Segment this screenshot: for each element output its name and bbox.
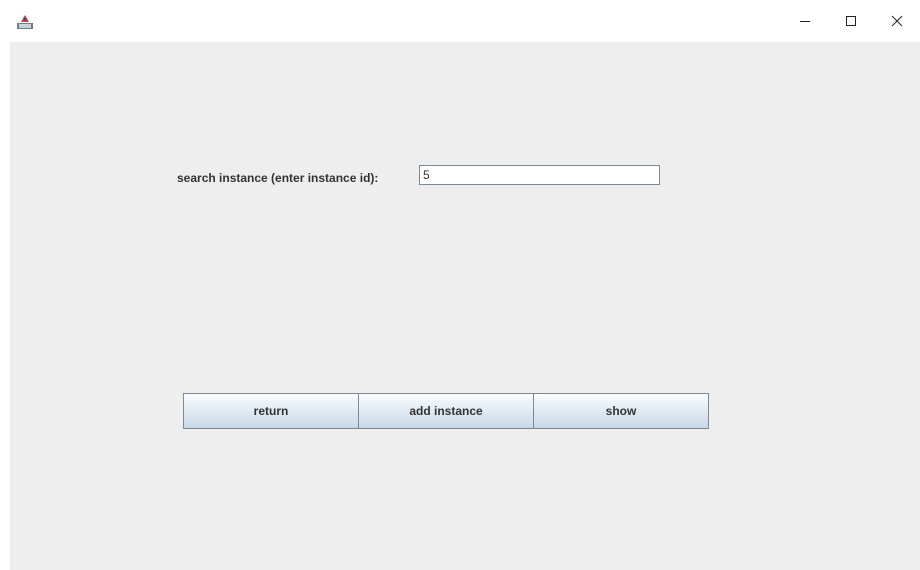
maximize-icon — [845, 15, 857, 27]
content-panel: search instance (enter instance id): ret… — [10, 42, 920, 570]
close-icon — [891, 15, 903, 27]
close-button[interactable] — [874, 0, 920, 42]
show-button[interactable]: show — [533, 393, 709, 429]
search-label: search instance (enter instance id): — [177, 171, 379, 185]
minimize-button[interactable] — [782, 0, 828, 42]
app-window: search instance (enter instance id): ret… — [0, 0, 920, 570]
minimize-icon — [799, 15, 811, 27]
add-instance-button[interactable]: add instance — [358, 393, 534, 429]
button-row: return add instance show — [183, 393, 709, 429]
window-controls — [782, 0, 920, 42]
search-input[interactable] — [419, 165, 660, 185]
maximize-button[interactable] — [828, 0, 874, 42]
java-app-icon — [16, 14, 34, 30]
return-button[interactable]: return — [183, 393, 359, 429]
title-bar[interactable] — [0, 0, 920, 42]
